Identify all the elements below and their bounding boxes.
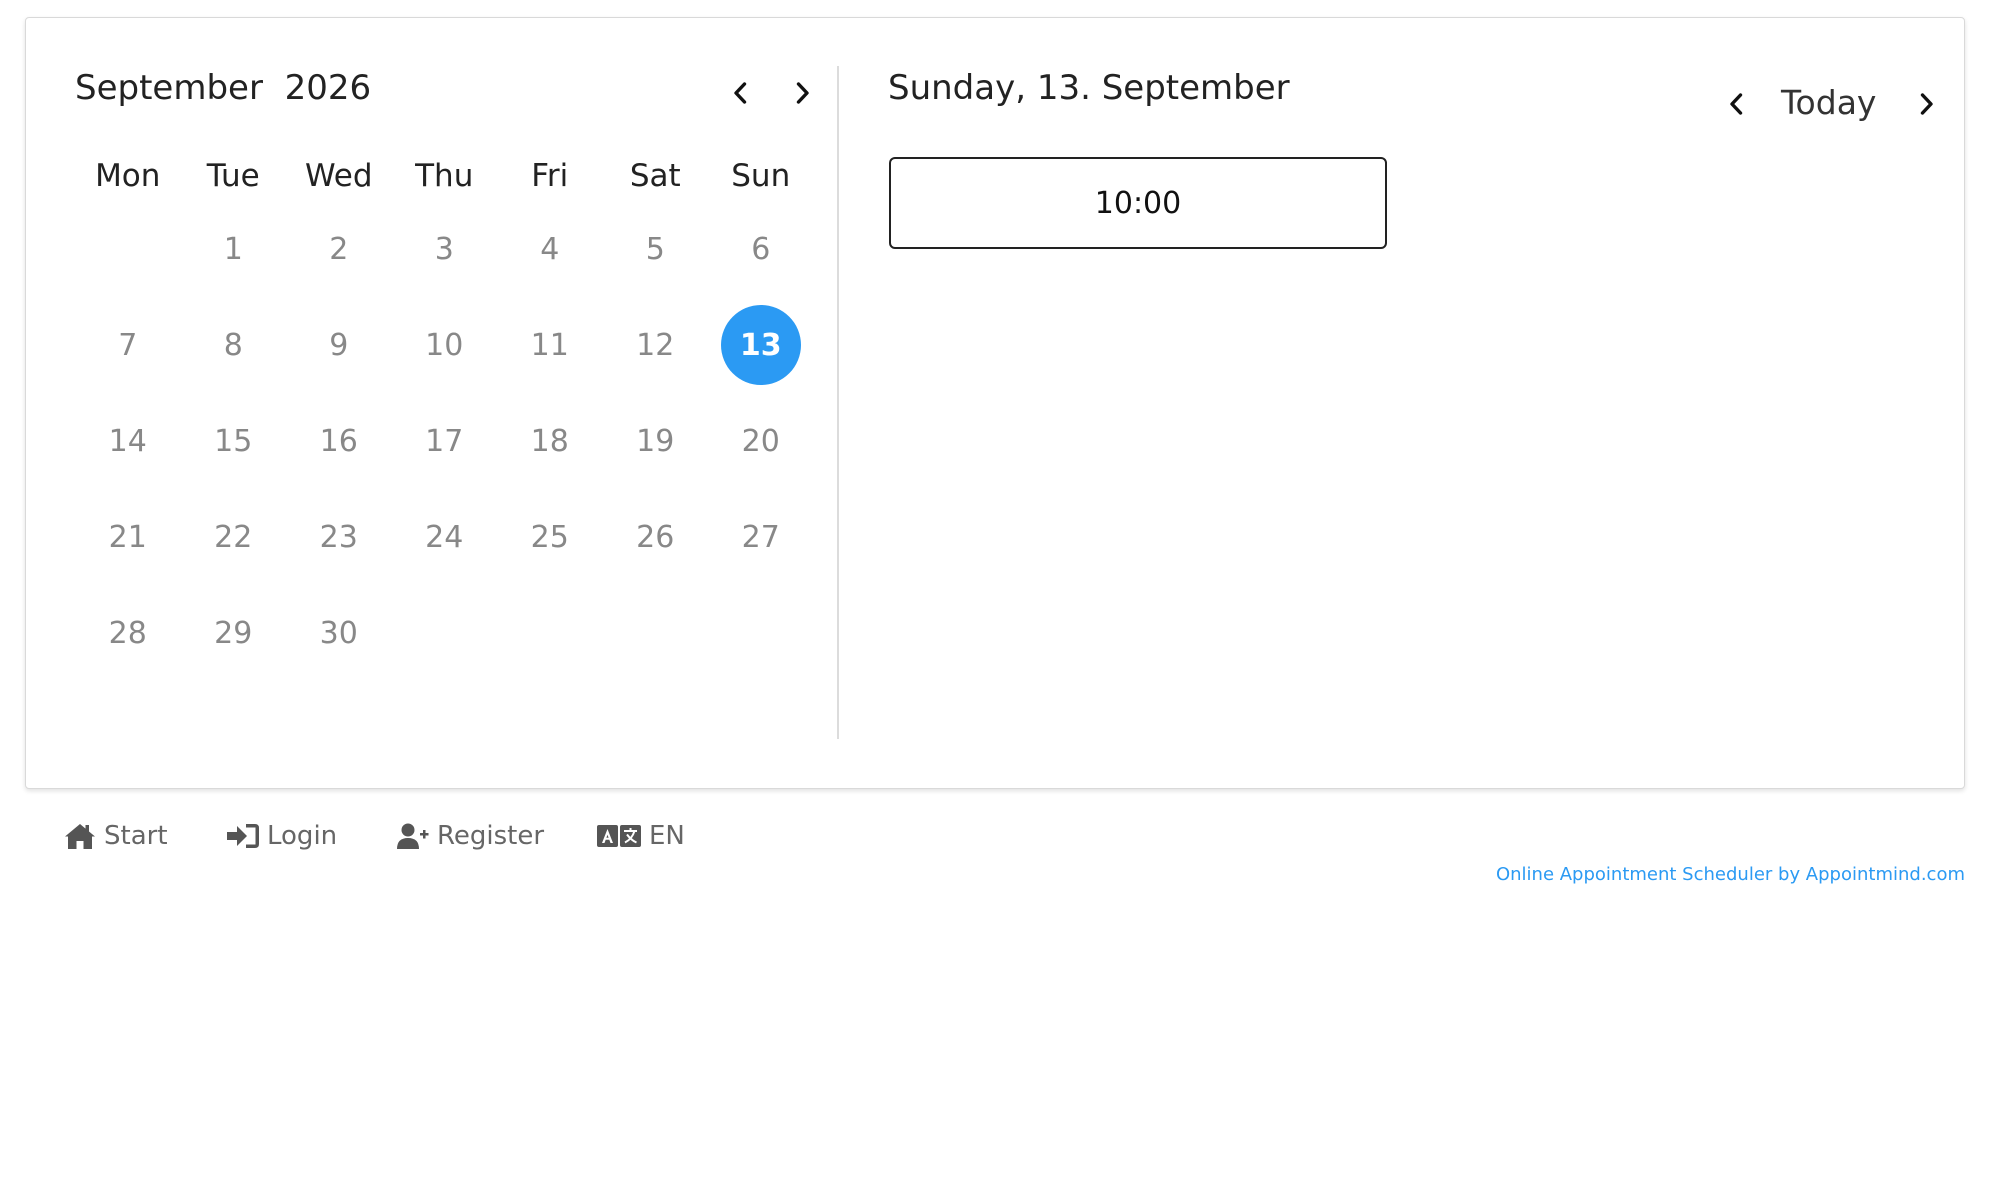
day-button[interactable]: 30 bbox=[299, 593, 379, 673]
day-button[interactable]: 20 bbox=[721, 401, 801, 481]
weekday-header: Mon Tue Wed Thu Fri Sat Sun bbox=[75, 158, 815, 194]
day-button[interactable]: 14 bbox=[88, 401, 168, 481]
day-button[interactable]: 6 bbox=[721, 209, 801, 289]
language-icon bbox=[597, 825, 641, 847]
prev-month-button[interactable] bbox=[721, 73, 761, 113]
chevron-left-icon bbox=[734, 82, 747, 104]
day-cell: 24 bbox=[392, 513, 498, 609]
user-plus-icon bbox=[397, 823, 429, 849]
register-link[interactable]: Register bbox=[396, 821, 544, 851]
home-icon bbox=[65, 824, 95, 849]
day-cell: 30 bbox=[286, 609, 392, 705]
login-link[interactable]: Login bbox=[226, 821, 337, 851]
next-month-button[interactable] bbox=[782, 73, 822, 113]
language-selector[interactable]: EN bbox=[596, 821, 685, 851]
day-button[interactable]: 8 bbox=[193, 305, 273, 385]
weekday-mon: Mon bbox=[95, 158, 161, 194]
day-button[interactable]: 21 bbox=[88, 497, 168, 577]
scheduler-card: September 2026 Mon Tue Wed Thu Fri Sat Sun 123… bbox=[25, 17, 1965, 789]
day-button[interactable]: 12 bbox=[615, 305, 695, 385]
day-button[interactable]: 18 bbox=[510, 401, 590, 481]
day-button[interactable]: 27 bbox=[721, 497, 801, 577]
next-day-button[interactable] bbox=[1906, 84, 1946, 124]
day-cell: 29 bbox=[181, 609, 287, 705]
selected-day-button[interactable]: 13 bbox=[720, 305, 801, 385]
day-button[interactable]: 16 bbox=[299, 401, 379, 481]
today-button[interactable]: Today bbox=[1781, 83, 1876, 122]
day-cell: 28 bbox=[75, 609, 181, 705]
day-button[interactable]: 24 bbox=[404, 497, 484, 577]
year-number: 2026 bbox=[284, 68, 372, 108]
weekday-fri: Fri bbox=[531, 158, 569, 194]
start-link[interactable]: Start bbox=[63, 821, 168, 851]
day-button[interactable]: 4 bbox=[510, 209, 590, 289]
day-button[interactable]: 23 bbox=[299, 497, 379, 577]
day-button[interactable]: 22 bbox=[193, 497, 273, 577]
weekday-tue: Tue bbox=[206, 158, 260, 194]
day-button[interactable]: 7 bbox=[88, 305, 168, 385]
day-cell: 27 bbox=[708, 513, 814, 609]
panel-divider bbox=[837, 66, 839, 739]
day-button[interactable]: 5 bbox=[615, 209, 695, 289]
weekday-sun: Sun bbox=[731, 158, 791, 194]
weekday-wed: Wed bbox=[304, 158, 373, 194]
day-button[interactable]: 1 bbox=[193, 209, 273, 289]
day-button[interactable]: 15 bbox=[193, 401, 273, 481]
sign-in-icon bbox=[227, 824, 259, 848]
day-button[interactable]: 19 bbox=[615, 401, 695, 481]
prev-day-button[interactable] bbox=[1717, 84, 1757, 124]
day-button[interactable]: 9 bbox=[299, 305, 379, 385]
selected-date-title: Sunday, 13. September bbox=[888, 68, 1290, 108]
chevron-right-icon bbox=[1920, 93, 1933, 115]
login-label: Login bbox=[267, 821, 338, 851]
day-button[interactable]: 17 bbox=[404, 401, 484, 481]
month-name: September bbox=[75, 68, 263, 108]
day-button[interactable]: 11 bbox=[510, 305, 590, 385]
day-cell: 25 bbox=[497, 513, 603, 609]
month-grid: 1 2 3 4 5 6 7 8 9 10 11 12 13 14 15 16 17 18 19 20 21 22 23 24 2… bbox=[75, 225, 815, 705]
day-button[interactable]: 29 bbox=[193, 593, 273, 673]
weekday-thu: Thu bbox=[415, 158, 474, 194]
month-year-label: September 2026 bbox=[75, 68, 371, 108]
day-button[interactable]: 26 bbox=[615, 497, 695, 577]
register-label: Register bbox=[437, 821, 545, 851]
chevron-left-icon bbox=[1730, 93, 1743, 115]
chevron-right-icon bbox=[796, 82, 809, 104]
day-button[interactable]: 2 bbox=[299, 209, 379, 289]
time-slot-button[interactable]: 10:00 bbox=[889, 157, 1387, 249]
weekday-sat: Sat bbox=[629, 158, 681, 194]
day-button[interactable]: 25 bbox=[510, 497, 590, 577]
appointmind-credit-link[interactable]: Online Appointment Scheduler by Appointm… bbox=[1496, 864, 1965, 885]
start-label: Start bbox=[104, 821, 168, 851]
day-button[interactable]: 28 bbox=[88, 593, 168, 673]
day-cell: 26 bbox=[603, 513, 709, 609]
day-button[interactable]: 3 bbox=[404, 209, 484, 289]
day-button[interactable]: 10 bbox=[404, 305, 484, 385]
language-code: EN bbox=[649, 821, 685, 851]
